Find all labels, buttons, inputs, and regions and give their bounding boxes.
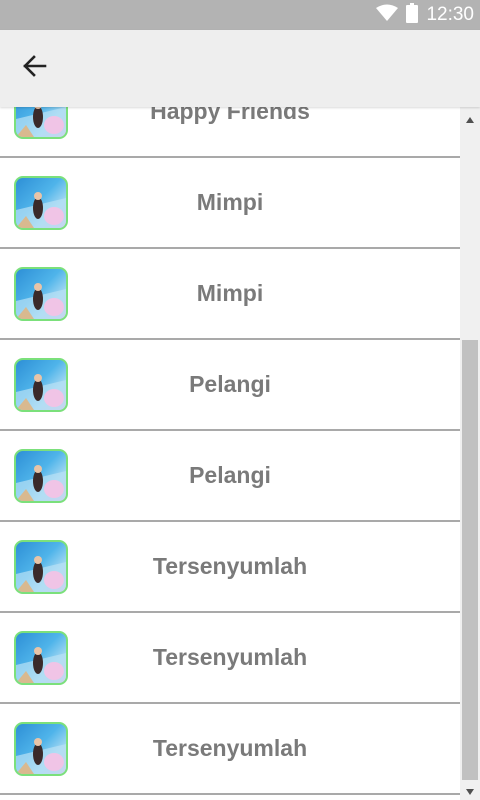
list-item[interactable]: Tersenyumlah: [0, 522, 460, 613]
list-item[interactable]: Mimpi: [0, 249, 460, 340]
song-title: Pelangi: [189, 462, 271, 488]
status-icons: 12:30: [376, 0, 474, 30]
status-bar: 12:30: [0, 0, 480, 30]
song-list-content: Happy Friends Mimpi Mimpi Pelangi Pelangi Ter…: [0, 107, 460, 795]
song-list[interactable]: Happy Friends Mimpi Mimpi Pelangi Pelangi Ter…: [0, 107, 460, 800]
status-time: 12:30: [426, 4, 474, 25]
list-item[interactable]: Tersenyumlah: [0, 704, 460, 795]
list-item[interactable]: Mimpi: [0, 158, 460, 249]
wifi-icon: [376, 4, 399, 27]
song-title: Mimpi: [196, 189, 264, 215]
scrollbar[interactable]: [460, 107, 480, 800]
song-title: Pelangi: [189, 371, 271, 397]
song-title: Mimpi: [196, 280, 264, 306]
song-title: Tersenyumlah: [152, 553, 308, 579]
list-item[interactable]: Pelangi: [0, 340, 460, 431]
scroll-up-arrow-icon[interactable]: [460, 113, 480, 127]
battery-icon: [406, 2, 419, 28]
song-title: Tersenyumlah: [152, 735, 308, 761]
arrow-left-icon: [21, 54, 47, 83]
list-item[interactable]: Happy Friends: [0, 107, 460, 158]
song-title: Happy Friends: [150, 107, 310, 124]
song-title: Tersenyumlah: [152, 644, 308, 670]
list-item[interactable]: Tersenyumlah: [0, 613, 460, 704]
toolbar: [0, 30, 480, 107]
scrollbar-thumb[interactable]: [462, 340, 478, 780]
list-item[interactable]: Pelangi: [0, 431, 460, 522]
scroll-down-arrow-icon[interactable]: [460, 784, 480, 800]
back-button[interactable]: [10, 44, 58, 92]
